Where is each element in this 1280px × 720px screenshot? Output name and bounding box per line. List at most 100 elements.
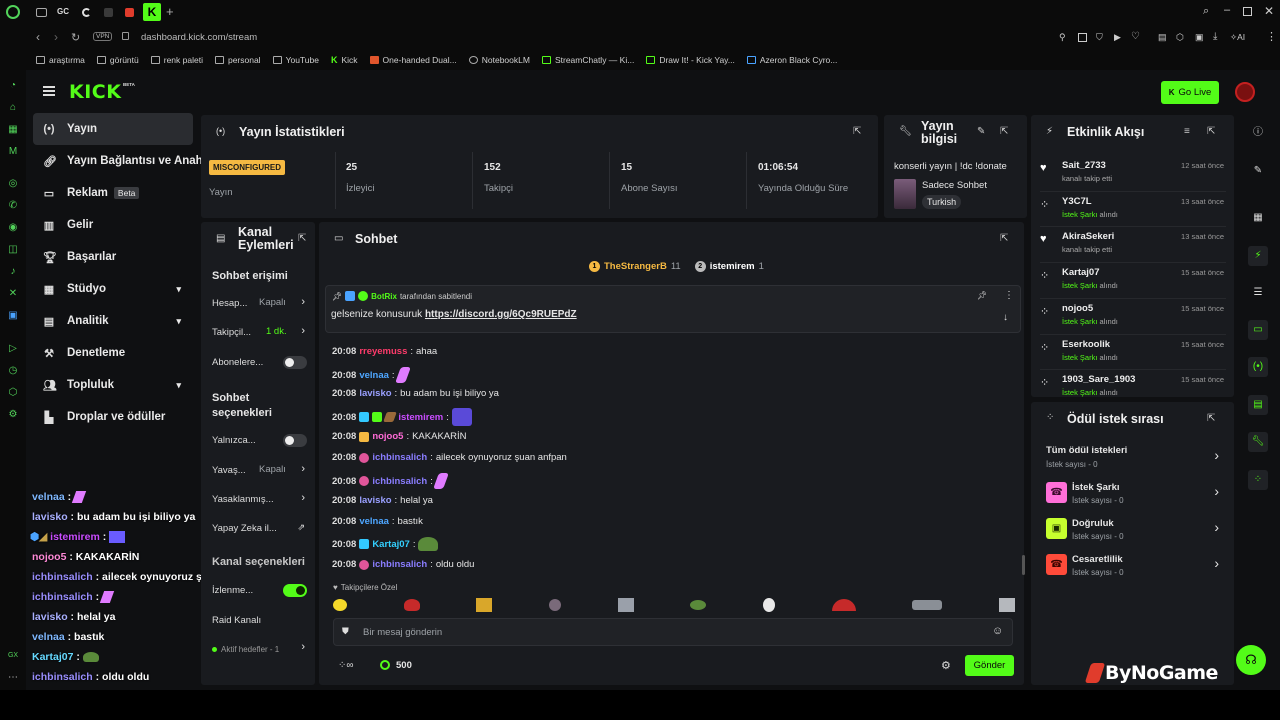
gx-corner-icon[interactable]: ▦ — [7, 124, 19, 136]
bookmark-personal[interactable]: personal — [214, 55, 261, 65]
watch-toggle[interactable] — [283, 584, 307, 597]
emote[interactable] — [476, 598, 493, 612]
rewards-icon[interactable]: ⁘ — [1248, 470, 1268, 490]
player-icon[interactable]: ▷ — [7, 343, 19, 355]
chat-username[interactable]: velnaa — [359, 370, 389, 381]
actions-icon[interactable]: ▤ — [1248, 395, 1268, 415]
search-icon[interactable]: ⌕ — [1203, 5, 1209, 18]
popout-icon[interactable]: ⇱ — [298, 233, 306, 244]
chat-username[interactable]: nojoo5 — [372, 431, 403, 442]
pin-icon[interactable]: ⚲ — [1059, 32, 1066, 43]
bookmark-arastirma[interactable]: araştırma — [36, 55, 85, 65]
kick-logo[interactable]: KICK — [69, 81, 121, 103]
opera-gx-logo[interactable] — [6, 5, 20, 19]
send-button[interactable]: Gönder — [965, 655, 1014, 676]
heart-icon[interactable]: ♡ — [1131, 31, 1140, 42]
info-icon[interactable]: ⓘ — [1248, 123, 1268, 143]
gx-control-icon[interactable]: ◔ — [7, 80, 19, 92]
settings-icon[interactable]: ⚙ — [7, 409, 19, 421]
chat-username[interactable]: istemirem — [398, 412, 443, 423]
subscribers-only-toggle[interactable] — [283, 356, 307, 369]
unpin-icon[interactable]: 📌︎ — [977, 291, 987, 300]
emote[interactable] — [617, 598, 634, 612]
cube-icon[interactable]: ⬡ — [1176, 32, 1184, 43]
chat-username[interactable]: rreyemuss — [359, 346, 407, 357]
bookmark-draw-it[interactable]: Draw It! - Kick Yay... — [646, 55, 735, 65]
sidebar-item-droplar[interactable]: ▙ Droplar ve ödüller — [33, 401, 193, 433]
broadcast-icon[interactable]: (•) — [1248, 357, 1268, 377]
bookmark-dual[interactable]: One-handed Dual... — [369, 55, 457, 65]
subscribers-only-row[interactable]: Abonelere... — [212, 356, 307, 370]
tab-icon[interactable] — [104, 8, 113, 17]
ai-moderation-row[interactable]: Yapay Zeka il... ⇗ — [212, 522, 307, 536]
bookmark-youtube[interactable]: YouTube — [272, 55, 319, 65]
account-age-row[interactable]: Hesap... Kapalı › — [212, 296, 307, 311]
minimize-icon[interactable]: – — [1224, 4, 1230, 16]
event-user[interactable]: Sait_2733 — [1062, 160, 1106, 171]
event-user[interactable]: 1903_Sare_1903 — [1062, 374, 1135, 385]
active-goals-row[interactable]: Aktif hedefler - 1 › — [212, 641, 307, 657]
cube-icon[interactable]: ⬡ — [7, 387, 19, 399]
raid-channel-row[interactable]: Raid Kanalı — [212, 614, 307, 628]
activity-event[interactable]: ♥ Sait_2733 kanalı takip etti 12 saat önce — [1040, 158, 1226, 192]
activity-event[interactable]: ⁘ nojoo5 İstek Şarkı alındı 15 saat önce — [1040, 297, 1226, 335]
emote[interactable] — [333, 599, 347, 611]
gx-mail-icon[interactable]: M — [7, 146, 19, 158]
pinned-link[interactable]: https://discord.gg/6Qc9RUEPdZ — [425, 309, 577, 320]
rewards-icon[interactable]: ⁘∞ — [338, 660, 354, 671]
emotes-only-row[interactable]: Yalnızca... — [212, 434, 307, 448]
reward-row-istek-sarki[interactable]: ☎ İstek Şarkı İstek sayısı - 0 › — [1046, 481, 1221, 507]
app-icon[interactable]: ▣ — [7, 310, 19, 322]
emote[interactable] — [912, 600, 943, 610]
list-icon[interactable]: ☰ — [1248, 283, 1268, 303]
bookmark-renk-paleti[interactable]: renk paleti — [150, 55, 203, 65]
wrench-icon[interactable]: 🔧︎ — [1248, 432, 1268, 452]
loading-tab-icon[interactable] — [82, 8, 91, 17]
chat-username[interactable]: lavisko — [359, 388, 391, 399]
popout-icon[interactable]: ⇱ — [1000, 126, 1008, 137]
hamburger-menu-icon[interactable] — [43, 86, 55, 88]
points-icon[interactable] — [380, 660, 390, 670]
emoji-icon[interactable]: ☺ — [992, 625, 1003, 637]
emote[interactable] — [690, 600, 707, 610]
event-user[interactable]: Eserkoolik — [1062, 339, 1110, 350]
edit-icon[interactable]: ✎ — [977, 126, 985, 137]
tab-gc[interactable]: GC — [57, 7, 69, 16]
page-icon[interactable]: ▤ — [1158, 32, 1167, 43]
sidebar-item-yayin[interactable]: (•) Yayın — [33, 113, 193, 145]
activity-event[interactable]: ⁘ Eserkoolik İstek Şarkı alındı 15 saat önc… — [1040, 333, 1226, 371]
filter-icon[interactable]: ≡ — [1184, 126, 1190, 137]
stats-icon[interactable]: ▦ — [1248, 208, 1268, 228]
sidebar-item-studyo[interactable]: ▦ Stüdyo ▾ — [33, 273, 193, 305]
wallet-icon[interactable]: ▣ — [1195, 32, 1204, 43]
sidebar-item-topluluk[interactable]: 👥︎ Topluluk ▾ — [33, 369, 193, 401]
slow-mode-row[interactable]: Yavaş... Kapalı › — [212, 463, 307, 478]
avatar[interactable] — [1235, 82, 1255, 102]
extension-icon[interactable]: ▶ — [1114, 32, 1121, 43]
tab-icon[interactable] — [36, 8, 47, 17]
download-icon[interactable]: ⤓ — [1213, 31, 1217, 42]
banned-words-row[interactable]: Yasaklanmış... › — [212, 492, 307, 507]
bookmark-notebooklm[interactable]: NotebookLM — [468, 55, 530, 65]
bookmark-streamchatly[interactable]: StreamChatly — Ki... — [541, 55, 634, 65]
bookmark-kick[interactable]: K Kick — [331, 55, 358, 65]
forward-icon[interactable]: › — [54, 30, 58, 44]
watch-row[interactable]: İzlenme... — [212, 584, 307, 598]
event-user[interactable]: AkiraSekeri — [1062, 231, 1114, 242]
chat-username[interactable]: velnaa — [359, 516, 389, 527]
top-gifter-name[interactable]: TheStrangerB — [604, 261, 667, 272]
popout-icon[interactable]: ⇱ — [853, 126, 861, 137]
url-field[interactable]: dashboard.kick.com/stream — [141, 32, 257, 43]
chat-username[interactable]: lavisko — [359, 495, 391, 506]
kick-tab-icon[interactable]: K — [143, 3, 161, 21]
bookmark-goruntu[interactable]: görüntü — [96, 55, 139, 65]
tab-icon[interactable] — [125, 8, 134, 17]
category-name[interactable]: Sadece Sohbet — [922, 180, 987, 191]
menu-icon[interactable]: ⋮ — [1266, 30, 1277, 43]
vpn-badge[interactable]: VPN — [93, 32, 113, 41]
popout-icon[interactable]: ⇱ — [1207, 126, 1215, 137]
gx-mods-icon[interactable]: ⌂ — [7, 102, 19, 114]
maximize-icon[interactable] — [1243, 7, 1252, 16]
top-gifter-name[interactable]: istemirem — [710, 261, 755, 272]
twitch-icon[interactable]: ◎ — [7, 178, 19, 190]
